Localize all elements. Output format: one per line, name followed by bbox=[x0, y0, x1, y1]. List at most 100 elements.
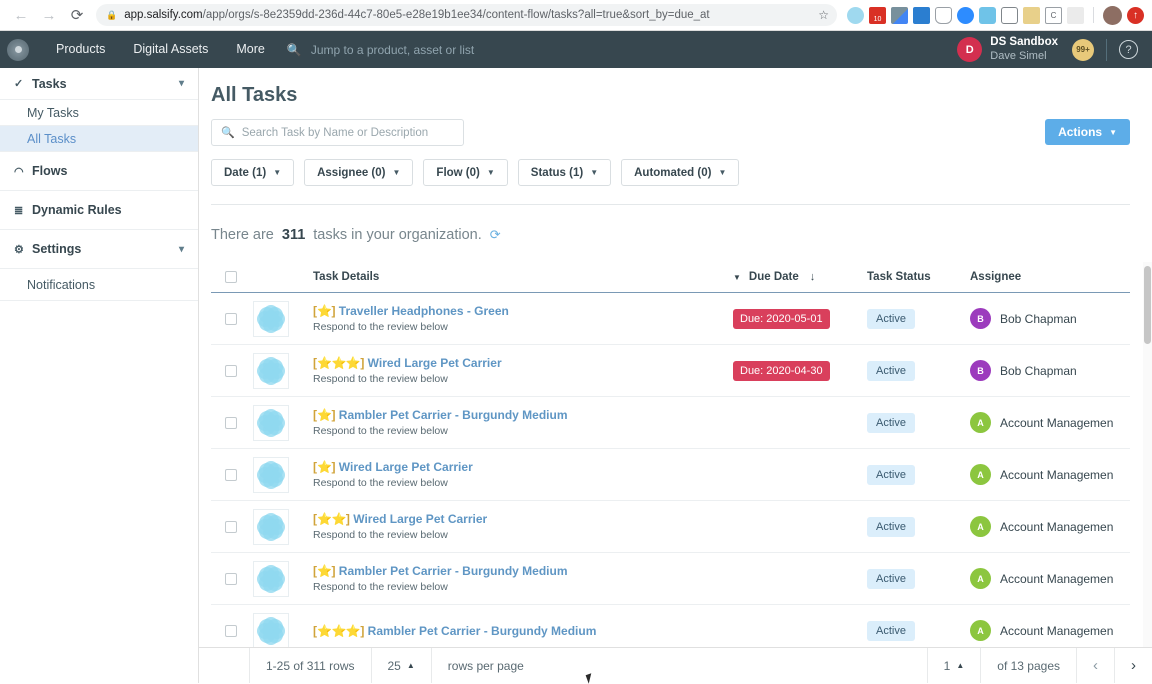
row-checkbox[interactable] bbox=[225, 365, 237, 377]
task-details-cell: [⭐] Rambler Pet Carrier - Burgundy Mediu… bbox=[313, 408, 733, 437]
filter-flow[interactable]: Flow (0) ▼ bbox=[423, 159, 507, 186]
task-title-link[interactable]: [⭐] Rambler Pet Carrier - Burgundy Mediu… bbox=[313, 408, 733, 422]
product-thumbnail[interactable] bbox=[253, 353, 289, 389]
filter-automated[interactable]: Automated (0) ▼ bbox=[621, 159, 739, 186]
page-number-value: 1 bbox=[944, 659, 951, 673]
search-input[interactable] bbox=[242, 127, 454, 139]
task-title-link[interactable]: [⭐⭐⭐] Wired Large Pet Carrier bbox=[313, 356, 733, 370]
task-star-bracket: ] bbox=[360, 624, 367, 638]
product-thumbnail[interactable] bbox=[253, 457, 289, 493]
forward-icon[interactable]: → bbox=[36, 2, 62, 28]
reload-icon[interactable]: ⟳ bbox=[64, 2, 90, 28]
filter-status[interactable]: Status (1) ▼ bbox=[518, 159, 611, 186]
sidebar-item-notifications[interactable]: Notifications bbox=[0, 269, 198, 301]
update-badge-icon[interactable]: ↑ bbox=[1127, 7, 1144, 24]
sidebar-item-tasks[interactable]: ✓ Tasks ▾ bbox=[0, 68, 198, 100]
rows-per-page-selector[interactable]: 25 ▲ bbox=[372, 648, 432, 683]
product-thumbnail[interactable] bbox=[253, 561, 289, 597]
salsify-extension-icon[interactable] bbox=[847, 7, 864, 24]
chevron-down-icon[interactable]: ▼ bbox=[733, 273, 741, 282]
task-subtitle: Respond to the review below bbox=[313, 581, 733, 593]
back-icon[interactable]: ← bbox=[8, 2, 34, 28]
task-title-link[interactable]: [⭐⭐] Wired Large Pet Carrier bbox=[313, 512, 733, 526]
search-and-actions-row: 🔍 Actions ▼ bbox=[211, 119, 1130, 146]
table-row[interactable]: [⭐] Rambler Pet Carrier - Burgundy Mediu… bbox=[211, 397, 1130, 449]
page-number-selector[interactable]: 1 ▲ bbox=[927, 648, 982, 683]
product-thumbnail-cell bbox=[253, 457, 313, 493]
row-checkbox[interactable] bbox=[225, 313, 237, 325]
select-all-cell bbox=[211, 271, 253, 283]
column-header-task-details[interactable]: Task Details bbox=[313, 271, 733, 283]
product-thumbnail[interactable] bbox=[253, 301, 289, 337]
row-checkbox[interactable] bbox=[225, 417, 237, 429]
bookmark-star-icon[interactable]: ☆ bbox=[818, 8, 829, 22]
screenshot-extension-icon[interactable] bbox=[1001, 7, 1018, 24]
table-row[interactable]: [⭐⭐⭐] Wired Large Pet Carrier Respond to … bbox=[211, 345, 1130, 397]
row-select-cell bbox=[211, 521, 253, 533]
sidebar-item-flows[interactable]: ◠ Flows bbox=[0, 152, 198, 191]
zoom-extension-icon[interactable] bbox=[957, 7, 974, 24]
sidebar-item-settings[interactable]: ⚙ Settings ▾ bbox=[0, 230, 198, 269]
row-checkbox[interactable] bbox=[225, 521, 237, 533]
task-title-link[interactable]: [⭐] Wired Large Pet Carrier bbox=[313, 460, 733, 474]
profile-avatar-icon[interactable] bbox=[1103, 6, 1122, 25]
column-header-due-date[interactable]: ▼ Due Date ↓ bbox=[733, 271, 867, 283]
salsify-logo[interactable] bbox=[7, 39, 29, 61]
due-date-badge: Due: 2020-05-01 bbox=[733, 309, 830, 329]
address-bar[interactable]: 🔒 app.salsify.com/app/orgs/s-8e2359dd-23… bbox=[96, 4, 837, 26]
refresh-icon[interactable]: ⟳ bbox=[490, 227, 501, 243]
row-checkbox[interactable] bbox=[225, 573, 237, 585]
topnav-link-products[interactable]: Products bbox=[42, 31, 119, 68]
column-header-assignee[interactable]: Assignee bbox=[970, 271, 1130, 283]
topnav-link-more[interactable]: More bbox=[222, 31, 278, 68]
previous-page-button[interactable]: ‹ bbox=[1077, 648, 1115, 683]
assignee-cell: AAccount Managemen bbox=[970, 516, 1130, 537]
next-page-button[interactable]: › bbox=[1115, 648, 1152, 683]
product-thumbnail[interactable] bbox=[253, 613, 289, 649]
loom-extension-icon[interactable] bbox=[979, 7, 996, 24]
shield-extension-icon[interactable] bbox=[935, 7, 952, 24]
lock-icon: 🔒 bbox=[106, 10, 117, 21]
help-icon[interactable]: ? bbox=[1119, 40, 1138, 59]
task-title-text: Rambler Pet Carrier - Burgundy Medium bbox=[368, 624, 597, 638]
product-thumbnail[interactable] bbox=[253, 405, 289, 441]
row-checkbox[interactable] bbox=[225, 625, 237, 637]
global-search[interactable]: 🔍 Jump to a product, asset or list bbox=[287, 43, 474, 57]
task-title-link[interactable]: [⭐] Traveller Headphones - Green bbox=[313, 304, 733, 318]
search-task-box[interactable]: 🔍 bbox=[211, 119, 464, 146]
chevron-down-icon-settings[interactable]: ▾ bbox=[179, 244, 184, 255]
topnav-link-digital-assets[interactable]: Digital Assets bbox=[119, 31, 222, 68]
avatar[interactable]: D bbox=[957, 37, 982, 62]
trello-extension-icon[interactable] bbox=[913, 7, 930, 24]
table-row[interactable]: [⭐] Rambler Pet Carrier - Burgundy Mediu… bbox=[211, 553, 1130, 605]
notifications-badge[interactable]: 99+ bbox=[1072, 39, 1094, 61]
sidebar-item-all-tasks[interactable]: All Tasks bbox=[0, 126, 198, 152]
calendar-extension-icon[interactable]: 10 bbox=[869, 7, 886, 24]
task-title-link[interactable]: [⭐⭐⭐] Rambler Pet Carrier - Burgundy Med… bbox=[313, 624, 733, 638]
grid-extension-icon[interactable] bbox=[1067, 7, 1084, 24]
task-subtitle: Respond to the review below bbox=[313, 373, 733, 385]
row-checkbox[interactable] bbox=[225, 469, 237, 481]
sidebar-item-my-tasks[interactable]: My Tasks bbox=[0, 100, 198, 126]
task-count-prefix: There are bbox=[211, 227, 274, 243]
filter-assignee[interactable]: Assignee (0) ▼ bbox=[304, 159, 413, 186]
task-star-rating: ⭐⭐ bbox=[317, 512, 346, 526]
table-row[interactable]: [⭐] Wired Large Pet CarrierRespond to th… bbox=[211, 449, 1130, 501]
column-header-task-status[interactable]: Task Status bbox=[867, 271, 970, 283]
user-meta[interactable]: DS Sandbox Dave Simel bbox=[990, 35, 1058, 63]
topnav-right-cluster: D DS Sandbox Dave Simel 99+ ? bbox=[957, 35, 1152, 63]
filter-date[interactable]: Date (1) ▼ bbox=[211, 159, 294, 186]
key-extension-icon[interactable] bbox=[1023, 7, 1040, 24]
chevron-down-icon[interactable]: ▾ bbox=[179, 78, 184, 89]
flows-icon: ◠ bbox=[14, 165, 32, 178]
table-row[interactable]: [⭐] Traveller Headphones - GreenRespond … bbox=[211, 293, 1130, 345]
sidebar-item-dynamic-rules[interactable]: ≣ Dynamic Rules bbox=[0, 191, 198, 230]
table-vertical-scrollbar[interactable] bbox=[1144, 266, 1151, 344]
task-title-link[interactable]: [⭐] Rambler Pet Carrier - Burgundy Mediu… bbox=[313, 564, 733, 578]
select-all-checkbox[interactable] bbox=[225, 271, 237, 283]
clipboard-extension-icon[interactable]: C bbox=[1045, 7, 1062, 24]
actions-button[interactable]: Actions ▼ bbox=[1045, 119, 1130, 145]
product-thumbnail[interactable] bbox=[253, 509, 289, 545]
table-row[interactable]: [⭐⭐] Wired Large Pet CarrierRespond to t… bbox=[211, 501, 1130, 553]
eyedropper-extension-icon[interactable] bbox=[891, 7, 908, 24]
